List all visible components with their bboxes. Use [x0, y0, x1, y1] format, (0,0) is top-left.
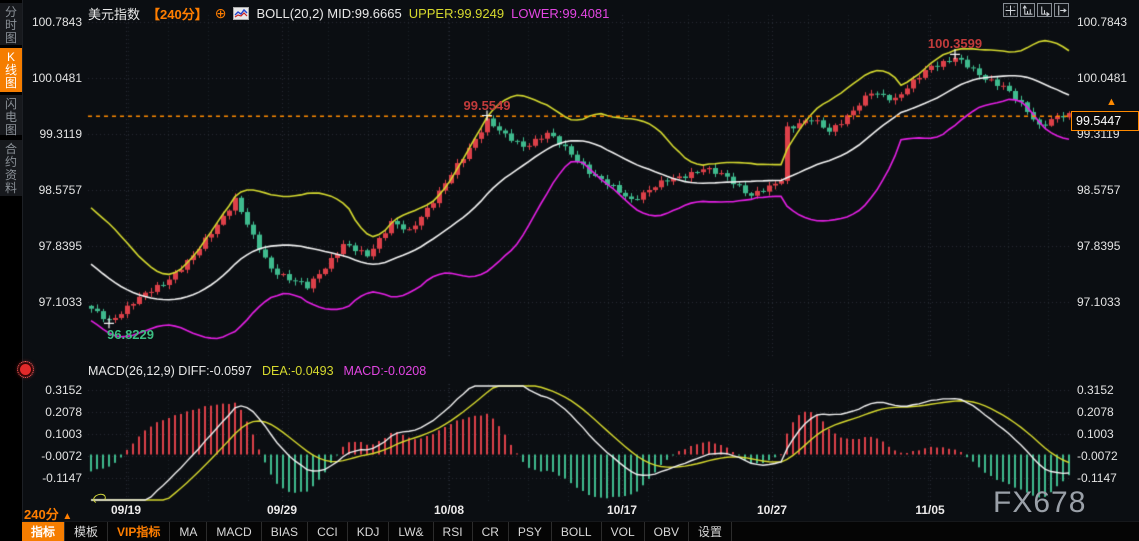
period-label: 【240分】: [147, 7, 208, 22]
macd-y-axis-label-right: -0.1147: [1077, 471, 1117, 485]
sidebar-tab-label: 闪电图: [4, 97, 17, 137]
circle-plus-icon[interactable]: ⊕: [215, 5, 227, 21]
sidebar-tab-label: 分时图: [4, 5, 17, 45]
last-price-tag: 99.5447: [1071, 111, 1139, 131]
macd-y-axis-label-right: 0.3152: [1077, 383, 1114, 397]
boll-upper-readout: UPPER:99.9249: [408, 6, 505, 21]
main-y-axis-label: 100.0481: [31, 71, 82, 85]
kline-chart-canvas[interactable]: [0, 0, 1139, 541]
main-y-axis-label: 100.7843: [31, 15, 82, 29]
macd-header: MACD(26,12,9) DIFF:-0.0597 DEA:-0.0493 MAC…: [88, 364, 436, 378]
toolbar-item-VIP指标[interactable]: VIP指标: [108, 522, 171, 541]
chart-tool-buttons: [1003, 3, 1069, 17]
watermark: FX678: [993, 486, 1087, 519]
crosshair-icon[interactable]: [1003, 3, 1018, 17]
shift-right-icon[interactable]: [1054, 3, 1069, 17]
sidebar-tab-3[interactable]: 闪电图: [0, 95, 22, 137]
main-y-axis-label: 98.5757: [38, 183, 82, 197]
main-y-axis-label: 99.3119: [39, 127, 83, 141]
macd-y-axis-label-right: -0.0072: [1077, 449, 1118, 463]
sidebar-tab-4[interactable]: 合约资料: [0, 140, 22, 196]
main-y-axis-label-right: 98.5757: [1077, 183, 1121, 197]
indicator-toolbar: 指标 模板 VIP指标 MA MACD BIAS CCI KDJ LW& RSI CR PSY BOLL…: [22, 521, 1139, 541]
x-axis-date-label: 10/27: [756, 503, 788, 517]
toolbar-item-MA[interactable]: MA: [170, 522, 208, 541]
sidebar-tab-2[interactable]: K线图: [0, 48, 22, 92]
y-axis-scale-icon[interactable]: [1020, 3, 1035, 17]
sidebar: 分时图 K线图闪电图合约资料: [0, 0, 34, 541]
boll-mid-readout: BOLL(20,2) MID:99.6665: [256, 6, 402, 21]
kline-mini-icon: [233, 7, 250, 20]
price-tag-arrow-icon: ▲: [1106, 96, 1117, 108]
boll-lower-readout: LOWER:99.4081: [511, 6, 610, 21]
toolbar-item-MACD[interactable]: MACD: [207, 522, 262, 541]
macd-y-axis-label-right: 0.2078: [1077, 405, 1114, 419]
x-axis-date-label: 11/05: [915, 503, 945, 517]
toolbar-item-KDJ[interactable]: KDJ: [348, 522, 390, 541]
x-axis-date-label: 10/08: [433, 503, 465, 517]
macd-y-axis-label: 0.3152: [45, 383, 82, 397]
toolbar-item-PSY[interactable]: PSY: [509, 522, 552, 541]
chart-header: 美元指数 【240分】 ⊕ BOLL(20,2) MID:99.6665 UPPER:9…: [88, 4, 616, 23]
main-y-axis-label: 97.1033: [38, 295, 82, 309]
toolbar-item-CCI[interactable]: CCI: [308, 522, 348, 541]
sidebar-tab-1[interactable]: 分时图: [0, 3, 22, 45]
main-y-axis-label-right: 97.8395: [1077, 239, 1121, 253]
macd-y-axis-label: -0.1147: [42, 471, 82, 485]
x-axis-date-label: 09/19: [110, 503, 142, 517]
alarm-icon[interactable]: [17, 361, 34, 378]
toolbar-item-LW&[interactable]: LW&: [389, 522, 434, 541]
macd-y-axis-label: 0.2078: [45, 405, 82, 419]
toolbar-item-RSI[interactable]: RSI: [434, 522, 473, 541]
macd-hist-readout: MACD:-0.0208: [343, 364, 427, 378]
macd-dea-readout: DEA:-0.0493: [261, 364, 334, 378]
instrument-title: 美元指数: [88, 7, 141, 22]
main-y-axis-label: 97.8395: [38, 239, 82, 253]
trading-terminal: 分时图 K线图闪电图合约资料 美元指数 【240分】 ⊕ BOLL(20,2) MID:…: [0, 0, 1139, 541]
sidebar-tab-label: 合约资料: [4, 142, 17, 195]
main-y-axis-label-right: 100.7843: [1077, 15, 1128, 29]
main-y-axis-label-right: 97.1033: [1077, 295, 1121, 309]
macd-y-axis-label: -0.0072: [41, 449, 82, 463]
toolbar-item-VOL[interactable]: VOL: [602, 522, 645, 541]
main-y-axis-label-right: 100.0481: [1077, 71, 1128, 85]
toolbar-item-模板[interactable]: 模板: [65, 522, 109, 541]
swing-low-annotation: 96.8229: [107, 327, 154, 342]
toolbar-item-BOLL[interactable]: BOLL: [552, 522, 602, 541]
toolbar-item-指标[interactable]: 指标: [22, 522, 66, 541]
x-axis-date-label: 10/17: [606, 503, 638, 517]
swing-high-annotation-2: 100.3599: [927, 36, 983, 51]
macd-diff-readout: MACD(26,12,9) DIFF:-0.0597: [88, 364, 252, 378]
toolbar-item-CR[interactable]: CR: [473, 522, 509, 541]
toolbar-item-BIAS[interactable]: BIAS: [262, 522, 309, 541]
sidebar-tab-label: K线图: [4, 50, 17, 90]
macd-y-axis-label-right: 0.1003: [1077, 427, 1114, 441]
x-axis-date-label: 09/29: [266, 503, 298, 517]
toolbar-item-OBV[interactable]: OBV: [645, 522, 689, 541]
toolbar-item-设置[interactable]: 设置: [689, 522, 732, 541]
swing-high-annotation-1: 99.5549: [463, 98, 511, 113]
macd-y-axis-label: 0.1003: [45, 427, 82, 441]
x-axis-scale-icon[interactable]: [1037, 3, 1052, 17]
